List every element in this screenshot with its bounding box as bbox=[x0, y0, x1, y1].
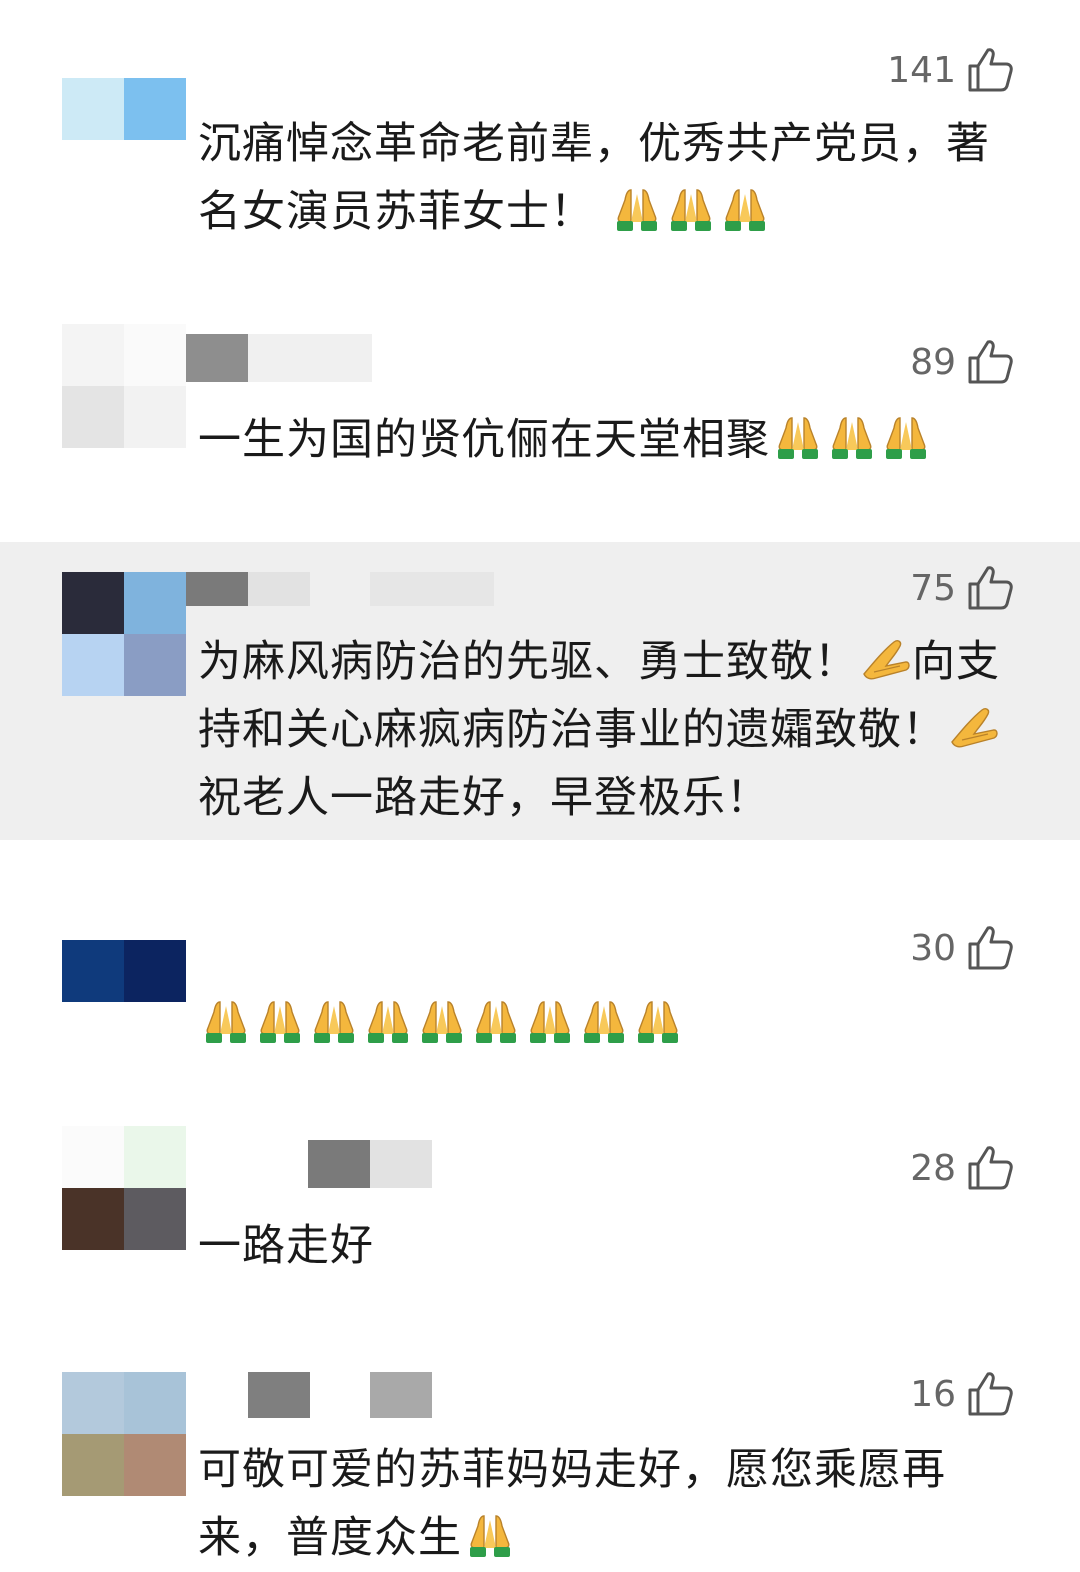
folded-hands-emoji-icon bbox=[464, 1512, 516, 1558]
thumbs-up-icon bbox=[966, 338, 1014, 386]
folded-hands-emoji-icon bbox=[200, 998, 252, 1044]
comment-text: 一路走好 bbox=[198, 1212, 1028, 1280]
avatar[interactable] bbox=[62, 572, 186, 696]
thumbs-up-icon bbox=[966, 46, 1014, 94]
username-blurred bbox=[370, 1372, 432, 1418]
like-count: 30 bbox=[910, 927, 956, 969]
thumbs-up-icon bbox=[966, 1144, 1014, 1192]
folded-hands-yellow-emoji-icon bbox=[860, 636, 912, 682]
comment-text: 为麻风病防治的先驱、勇士致敬！ 向支持和关心麻疯病防治事业的遗孀致敬！祝老人一路走… bbox=[198, 628, 1028, 832]
comment-item: 16 可敬可爱的苏菲妈妈走好，愿您乘愿再来，普度众生 bbox=[0, 1346, 1080, 1570]
comment-text: 一生为国的贤伉俪在天堂相聚 bbox=[198, 406, 1028, 474]
username-blurred bbox=[186, 334, 248, 382]
thumbs-up-icon bbox=[966, 924, 1014, 972]
avatar[interactable] bbox=[62, 1126, 186, 1250]
comment-body: 一生为国的贤伉俪在天堂相聚 bbox=[198, 415, 770, 465]
comment-item: 30 bbox=[0, 900, 1080, 1100]
comment-text: 可敬可爱的苏菲妈妈走好，愿您乘愿再来，普度众生 bbox=[198, 1436, 978, 1572]
comment-text bbox=[198, 990, 1028, 1058]
folded-hands-emoji-icon bbox=[665, 186, 717, 232]
folded-hands-emoji-icon bbox=[254, 998, 306, 1044]
username-blurred bbox=[248, 334, 372, 382]
username-blurred bbox=[308, 1140, 370, 1188]
folded-hands-emoji-icon bbox=[308, 998, 360, 1044]
folded-hands-emoji-icon bbox=[772, 414, 824, 460]
comment-body: 为麻风病防治的先驱、勇士致敬！ bbox=[198, 637, 858, 687]
comment-body: 祝老人一路走好，早登极乐！ bbox=[198, 773, 770, 823]
comment-item: 141 沉痛悼念革命老前辈，优秀共产党员，著名女演员苏菲女士！ bbox=[0, 0, 1080, 290]
folded-hands-emoji-icon bbox=[826, 414, 878, 460]
folded-hands-emoji-icon bbox=[880, 414, 932, 460]
comment-body: 可敬可爱的苏菲妈妈走好，愿您乘愿再来，普度众生 bbox=[198, 1445, 946, 1563]
folded-hands-emoji-icon bbox=[632, 998, 684, 1044]
avatar[interactable] bbox=[62, 324, 186, 448]
like-button[interactable]: 28 bbox=[910, 1144, 1014, 1192]
thumbs-up-icon bbox=[966, 564, 1014, 612]
username-blurred bbox=[370, 1140, 432, 1188]
like-count: 28 bbox=[910, 1147, 956, 1189]
like-count: 75 bbox=[910, 567, 956, 609]
folded-hands-emoji-icon bbox=[416, 998, 468, 1044]
folded-hands-emoji-icon bbox=[719, 186, 771, 232]
comment-text: 沉痛悼念革命老前辈，优秀共产党员，著名女演员苏菲女士！ bbox=[198, 110, 1028, 246]
avatar[interactable] bbox=[62, 940, 186, 1064]
username-blurred bbox=[370, 572, 494, 606]
comment-body: 沉痛悼念革命老前辈，优秀共产党员，著名女演员苏菲女士！ bbox=[198, 119, 990, 237]
avatar[interactable] bbox=[62, 1372, 186, 1496]
avatar[interactable] bbox=[62, 78, 186, 202]
folded-hands-emoji-icon bbox=[524, 998, 576, 1044]
like-button[interactable]: 16 bbox=[910, 1370, 1014, 1418]
username-blurred bbox=[186, 572, 248, 606]
username-blurred bbox=[248, 572, 310, 606]
folded-hands-emoji-icon bbox=[578, 998, 630, 1044]
like-count: 16 bbox=[910, 1373, 956, 1415]
comment-item: 28 一路走好 bbox=[0, 1120, 1080, 1320]
username-blurred bbox=[248, 1372, 310, 1418]
comment-item: 89 一生为国的贤伉俪在天堂相聚 bbox=[0, 290, 1080, 540]
folded-hands-emoji-icon bbox=[470, 998, 522, 1044]
folded-hands-emoji-icon bbox=[611, 186, 663, 232]
folded-hands-yellow-emoji-icon bbox=[948, 704, 1000, 750]
like-button[interactable]: 30 bbox=[910, 924, 1014, 972]
like-button[interactable]: 141 bbox=[887, 46, 1014, 94]
like-button[interactable]: 75 bbox=[910, 564, 1014, 612]
comment-body: 一路走好 bbox=[198, 1221, 374, 1271]
folded-hands-emoji-icon bbox=[362, 998, 414, 1044]
like-count: 141 bbox=[887, 49, 956, 91]
comment-item-highlighted: 75 为麻风病防治的先驱、勇士致敬！ 向支持和关心麻疯病防治事业的遗孀致敬！祝老人… bbox=[0, 542, 1080, 840]
like-button[interactable]: 89 bbox=[910, 338, 1014, 386]
thumbs-up-icon bbox=[966, 1370, 1014, 1418]
like-count: 89 bbox=[910, 341, 956, 383]
